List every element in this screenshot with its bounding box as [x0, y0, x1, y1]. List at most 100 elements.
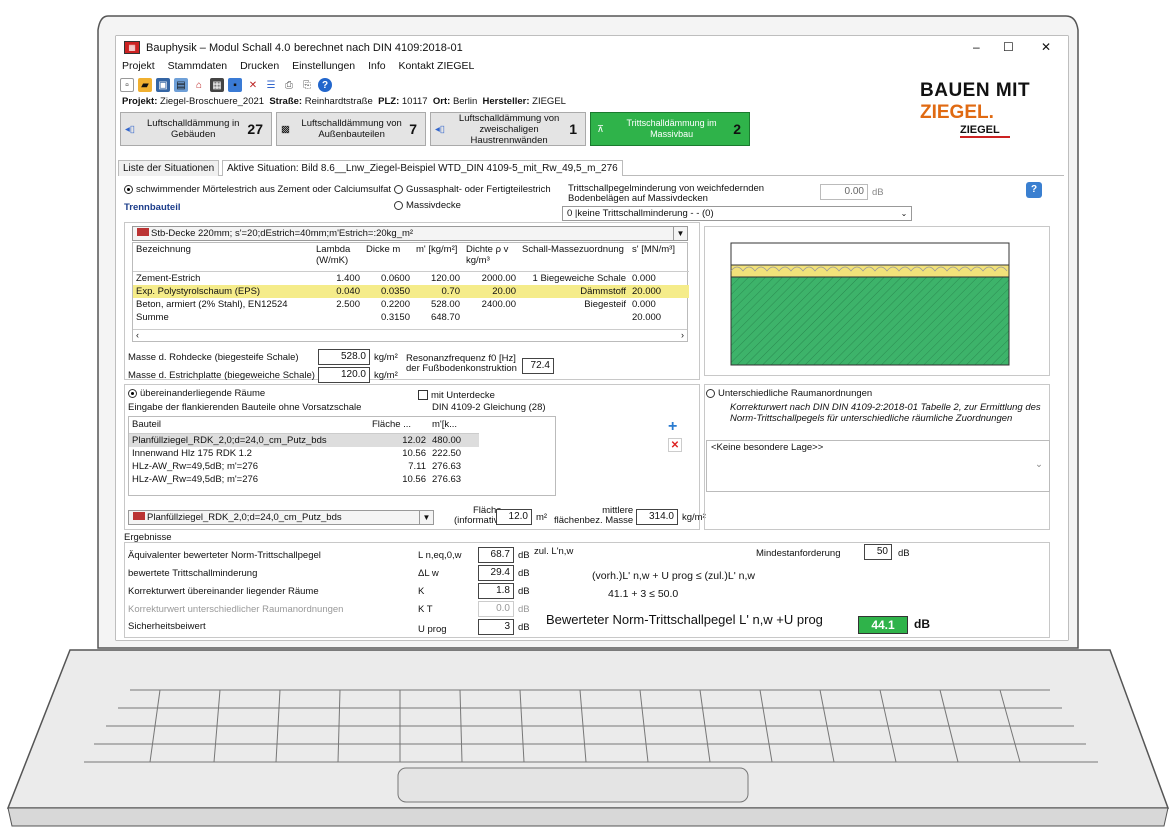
menu-stammdaten[interactable]: Stammdaten — [168, 60, 228, 72]
wall-icon — [137, 228, 149, 236]
radio-icon — [394, 184, 403, 194]
wall-icon: ▩ — [281, 123, 290, 135]
estrich-option-gussasphalt[interactable]: Gussasphalt- oder Fertigteilestrich — [394, 184, 551, 195]
speaker-icon: ◂▯ — [125, 123, 135, 135]
bauteil-select[interactable]: Planfüllziegel_RDK_2,0;d=24,0_cm_Putz_bd… — [128, 510, 434, 525]
floor-section-graphic — [730, 242, 1010, 366]
app-window: ▦ Bauphysik – Modul Schall 4.0 berechnet… — [116, 36, 1068, 640]
project-city: Berlin — [452, 96, 478, 107]
print-preview-icon[interactable]: ⎘ — [300, 78, 314, 92]
table-row[interactable]: Innenwand Hlz 175 RDK 1.2 10.56 222.50 — [129, 447, 479, 460]
wall-icon — [133, 512, 145, 520]
logo: BAUEN MIT ZIEGEL. ZIEGEL — [920, 80, 1031, 138]
maximize-button[interactable]: ☐ — [1003, 40, 1014, 54]
project-street: Reinhardtstraße — [304, 96, 373, 107]
decke-select[interactable]: Stb-Decke 220mm; s'=20;dEstrich=40mm;m'E… — [132, 226, 688, 241]
flank-table: Bauteil Fläche ... m'[k... Planfüllziegel_… — [128, 416, 556, 496]
layer-table-grid: Bezeichnung Lambda (W/mK) Dicke m m' [kg… — [133, 243, 689, 324]
help-icon[interactable]: ? — [318, 78, 332, 92]
delete-row-button[interactable]: ✕ — [668, 438, 682, 452]
tools-icon[interactable]: ✕ — [246, 78, 260, 92]
minderung-label: Trittschallpegelminderung von weichfeder… — [568, 183, 765, 204]
rohdecke-mass-field[interactable]: 528.0 — [318, 349, 370, 365]
formula-values: 41.1 + 3 ≤ 50.0 — [608, 588, 679, 600]
trennbauteil-heading: Trennbauteil — [124, 202, 181, 213]
layer-table: Bezeichnung Lambda (W/mK) Dicke m m' [kg… — [132, 242, 689, 342]
title-bar: ▦ Bauphysik – Modul Schall 4.0 berechnet… — [116, 36, 1068, 60]
table-row[interactable]: Zement-Estrich 1.400 0.0600 120.00 2000.00 1 … — [133, 271, 689, 285]
menu-drucken[interactable]: Drucken — [240, 60, 279, 72]
chevron-down-icon: ▼ — [673, 227, 687, 240]
table-row[interactable]: Summe 0.3150 648.70 20.000 — [133, 311, 689, 324]
menu-info[interactable]: Info — [368, 60, 386, 72]
print-icon[interactable]: ⎙ — [282, 78, 296, 92]
table-row[interactable]: HLz-AW_Rw=49,5dB; m'=276 7.11 276.63 — [129, 460, 479, 473]
table-row[interactable]: Beton, armiert (2% Stahl), EN12524 2.500 0… — [133, 298, 689, 311]
uprog-field[interactable]: 3 — [478, 619, 514, 635]
table-row[interactable]: Planfüllziegel_RDK_2,0;d=24,0_cm_Putz_bd… — [129, 433, 479, 447]
result-value: 44.1 — [858, 616, 908, 634]
project-info: Projekt: Ziegel-Broschuere_2021 Straße: … — [122, 96, 566, 107]
chevron-down-icon: ⌄ — [1035, 459, 1043, 470]
add-row-button[interactable]: + — [668, 418, 677, 436]
raumanordnung-select[interactable]: <Keine besondere Lage>> ⌄ — [706, 440, 1050, 492]
flaeche-field[interactable]: 12.0 — [496, 509, 532, 525]
menu-kontakt[interactable]: Kontakt ZIEGEL — [399, 60, 475, 72]
horizontal-scrollbar[interactable]: ‹ › — [133, 329, 687, 341]
unterdecke-checkbox[interactable]: mit Unterdecke — [418, 390, 495, 401]
kt-field: 0.0 — [478, 601, 514, 617]
close-button[interactable]: ✕ — [1041, 40, 1051, 54]
list-icon[interactable]: ☰ — [264, 78, 278, 92]
formula: (vorh.)L' n,w + U prog ≤ (zul.)L' n,w — [592, 570, 755, 582]
chevron-down-icon: ⌄ — [900, 209, 908, 218]
chevron-left-icon[interactable]: ‹ — [136, 330, 139, 340]
radio-icon — [394, 200, 403, 210]
estrich-mass-field[interactable]: 120.0 — [318, 367, 370, 383]
resonance-frequency-field: 72.4 — [522, 358, 554, 374]
floor-icon: ⊼ — [597, 123, 604, 135]
radio-icon — [128, 388, 137, 398]
mindestanforderung-field[interactable]: 50 — [864, 544, 892, 560]
chevron-down-icon: ▼ — [419, 511, 433, 524]
masse-field: 314.0 — [636, 509, 678, 525]
module-trittschall[interactable]: ⊼ Trittschalldämmung im Massivbau 2 — [590, 112, 750, 146]
menu-projekt[interactable]: Projekt — [122, 60, 155, 72]
help-icon[interactable]: ? — [1026, 182, 1042, 198]
toolbar: ▫ ▰ ▣ ▤ ⌂ ▦ ▪ ✕ ☰ ⎙ ⎘ ? — [120, 78, 332, 94]
tab-bar: Liste der Situationen Aktive Situation: … — [118, 160, 1064, 176]
minderung-value[interactable]: 0.00 — [820, 184, 868, 200]
menu-bar: Projekt Stammdaten Drucken Einstellungen… — [116, 60, 478, 76]
module-luftschall-gebaeude[interactable]: ◂▯ Luftschalldämmung in Gebäuden 27 — [120, 112, 272, 146]
construction-diagram — [704, 226, 1050, 376]
option-raumanordnung[interactable]: Unterschiedliche Raumanordnungen — [706, 388, 872, 399]
delta-lw-field: 29.4 — [478, 565, 514, 581]
estrich-option-zement[interactable]: schwimmender Mörtelestrich aus Zement od… — [124, 184, 391, 195]
chevron-right-icon[interactable]: › — [681, 330, 684, 340]
lneq-field: 68.7 — [478, 547, 514, 563]
save-icon[interactable]: ▣ — [156, 78, 170, 92]
new-icon[interactable]: ▫ — [120, 78, 134, 92]
edit-icon[interactable]: ▤ — [174, 78, 188, 92]
minimize-button[interactable]: – — [973, 40, 980, 54]
calculator-icon[interactable]: ▦ — [210, 78, 224, 92]
home-icon[interactable]: ⌂ — [192, 78, 206, 92]
app-icon: ▦ — [124, 41, 140, 54]
table-row[interactable]: Exp. Polystyrolschaum (EPS) 0.040 0.0350 0.… — [133, 284, 689, 298]
window-subtitle: berechnet nach DIN 4109:2018-01 — [294, 42, 463, 54]
table-row[interactable]: HLz-AW_Rw=49,5dB; m'=276 10.56 276.63 — [129, 473, 479, 486]
project-name: Ziegel-Broschuere_2021 — [160, 96, 265, 107]
result-label: Bewerteter Norm-Trittschallpegel L' n,w … — [546, 612, 823, 627]
project-manufacturer: ZIEGEL — [532, 96, 566, 107]
estrich-option-massivdecke[interactable]: Massivdecke — [394, 200, 461, 211]
window-icon[interactable]: ▪ — [228, 78, 242, 92]
project-zip: 10117 — [401, 96, 428, 107]
menu-einstellungen[interactable]: Einstellungen — [292, 60, 355, 72]
module-haustrennwand[interactable]: ◂▯ Luftschalldämmung von zweischaligen H… — [430, 112, 586, 146]
minderung-select[interactable]: 0 |keine Trittschallminderung - - (0) ⌄ — [562, 206, 912, 221]
radio-icon — [706, 388, 715, 398]
module-luftschall-aussen[interactable]: ▩ Luftschalldämmung von Außenbauteilen 7 — [276, 112, 426, 146]
open-icon[interactable]: ▰ — [138, 78, 152, 92]
option-uebereinander[interactable]: übereinanderliegende Räume — [128, 388, 265, 399]
tab-active-situation[interactable]: Aktive Situation: Bild 8.6__Lnw_Ziegel-B… — [221, 160, 623, 176]
tab-situation-list[interactable]: Liste der Situationen — [118, 160, 220, 176]
